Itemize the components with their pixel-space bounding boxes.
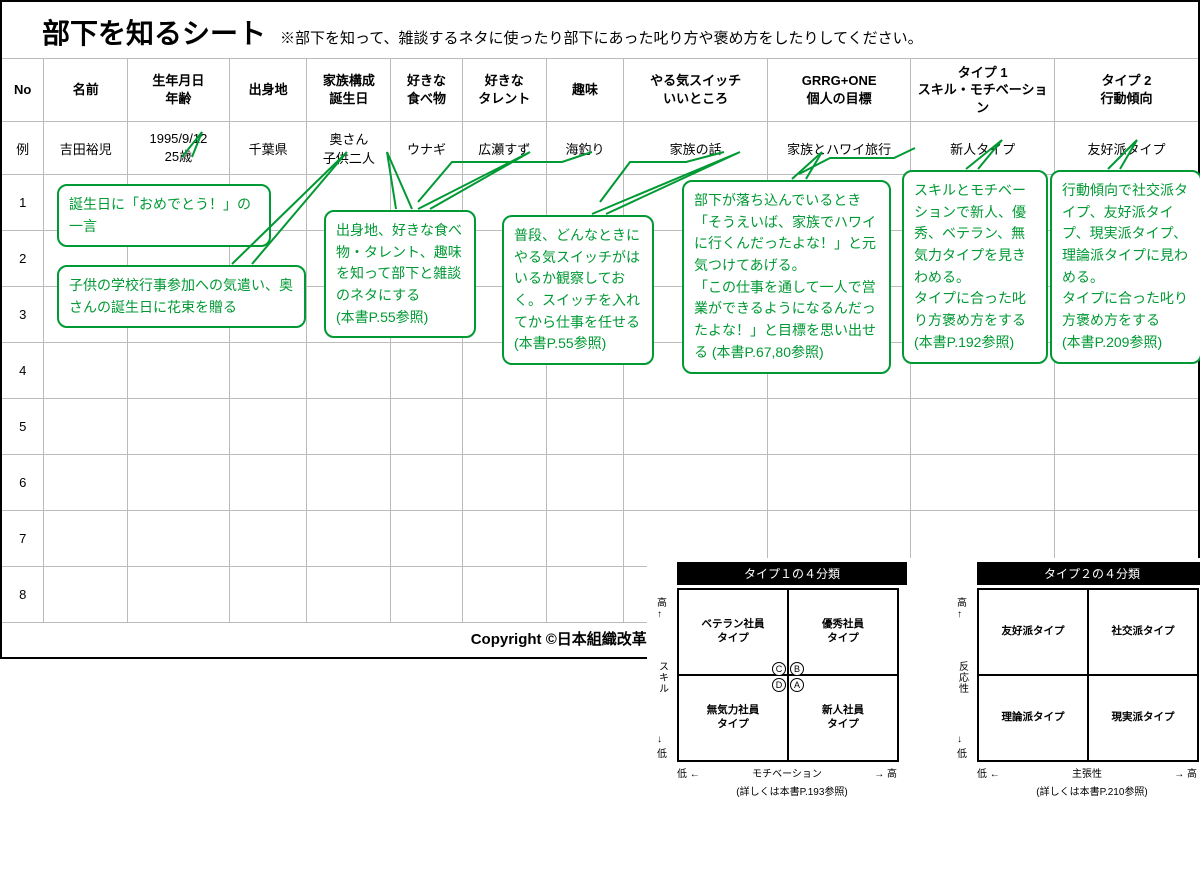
col-birth: 生年月日年齢 (128, 59, 230, 122)
ex-switch: 家族の話 (624, 122, 768, 175)
ex-no: 例 (2, 122, 44, 175)
col-food: 好きな食べ物 (391, 59, 463, 122)
m1-q-newcomer: 新人社員タイプ (788, 675, 898, 761)
ex-goal: 家族とハワイ旅行 (767, 122, 911, 175)
m2-h-mid: 主張性 (1072, 765, 1102, 780)
callout-family-care: 子供の学校行事参加への気遣い、奥さんの誕生日に花束を贈る (57, 265, 306, 328)
matrix2-title: タイプ２の４分類 (977, 562, 1200, 585)
row-no: 8 (2, 567, 44, 623)
m2-v-high: 高↑ (957, 594, 967, 620)
row-no: 2 (2, 231, 44, 287)
col-origin: 出身地 (229, 59, 307, 122)
document-frame: 部下を知るシート ※部下を知って、雑談するネタに使ったり部下にあった叱り方や褒め… (0, 0, 1200, 659)
title-row: 部下を知るシート ※部下を知って、雑談するネタに使ったり部下にあった叱り方や褒め… (2, 2, 1198, 58)
col-family: 家族構成誕生日 (307, 59, 391, 122)
m2-v-low: ↓低 (957, 734, 967, 760)
row-no: 6 (2, 455, 44, 511)
m1-q-apathetic: 無気力社員タイプ (678, 675, 788, 761)
ex-family: 奥さん子供二人 (307, 122, 391, 175)
col-type1: タイプ 1スキル・モチベーション (911, 59, 1055, 122)
callout-motivation: 部下が落ち込んでいるとき「そうえいば、家族でハワイに行くんだったよな！」と元気つ… (682, 180, 891, 374)
m1-letter-a: A (790, 678, 804, 692)
col-name: 名前 (44, 59, 128, 122)
page-subtitle: ※部下を知って、雑談するネタに使ったり部下にあった叱り方や褒め方をしたりしてくだ… (280, 27, 923, 48)
m2-q-theory: 理論派タイプ (978, 675, 1088, 761)
row-no: 1 (2, 175, 44, 231)
row-no: 3 (2, 287, 44, 343)
page-title: 部下を知るシート (42, 12, 266, 52)
col-talent: 好きなタレント (462, 59, 546, 122)
row-no: 5 (2, 399, 44, 455)
callout-interests: 出身地、好きな食べ物・タレント、趣味を知って部下と雑談のネタにする(本書P.55… (324, 210, 476, 338)
m1-note: (詳しくは本書P.193参照) (677, 783, 907, 798)
m1-h-mid: モチベーション (752, 765, 822, 780)
ex-type2: 友好派タイプ (1054, 122, 1198, 175)
matrices-container: タイプ１の４分類 高↑ スキル ↓低 ベテラン社員タイプ 優秀社員タイプ 無気力… (647, 558, 1200, 798)
m2-v-mid: 反応性 (955, 661, 970, 694)
callout-type2-tip: 行動傾向で社交派タイプ、友好派タイプ、現実派タイプ、理論派タイプに見わめる。タイ… (1050, 170, 1200, 364)
ex-origin: 千葉県 (229, 122, 307, 175)
matrix-type1: タイプ１の４分類 高↑ スキル ↓低 ベテラン社員タイプ 優秀社員タイプ 無気力… (647, 562, 907, 798)
m2-q-social: 社交派タイプ (1088, 589, 1198, 675)
m1-h-high: → 高 (874, 765, 897, 780)
example-row: 例 吉田裕児 1995/9/1225歳 千葉県 奥さん子供二人 ウナギ 広瀬すず… (2, 122, 1198, 175)
col-goal: GRRG+ONE個人の目標 (767, 59, 911, 122)
ex-food: ウナギ (391, 122, 463, 175)
m1-letter-d: D (772, 678, 786, 692)
m1-v-high: 高↑ (657, 594, 667, 620)
ex-name: 吉田裕児 (44, 122, 128, 175)
m2-h-low: 低 ← (977, 765, 1000, 780)
m1-h-low: 低 ← (677, 765, 700, 780)
matrix-type2: タイプ２の４分類 高↑ 反応性 ↓低 友好派タイプ 社交派タイプ 理論派タイプ … (947, 562, 1200, 798)
callout-switch: 普段、どんなときにやる気スイッチがはいるか観察しておく。スイッチを入れてから仕事… (502, 215, 654, 365)
m1-v-low: ↓低 (657, 734, 667, 760)
row-no: 4 (2, 343, 44, 399)
callout-birthday: 誕生日に「おめでとう！」の一言 (57, 184, 271, 247)
callout-type1-tip: スキルとモチベーションで新人、優秀、ベテラン、無気力タイプを見きわめる。タイプに… (902, 170, 1048, 364)
ex-type1: 新人タイプ (911, 122, 1055, 175)
m2-note: (詳しくは本書P.210参照) (977, 783, 1200, 798)
m2-h-high: → 高 (1174, 765, 1197, 780)
table-header-row: No 名前 生年月日年齢 出身地 家族構成誕生日 好きな食べ物 好きなタレント … (2, 59, 1198, 122)
ex-birth: 1995/9/1225歳 (128, 122, 230, 175)
m1-letter-b: B (790, 662, 804, 676)
col-switch: やる気スイッチいいところ (624, 59, 768, 122)
col-no: No (2, 59, 44, 122)
row-no: 7 (2, 511, 44, 567)
m2-q-friendly: 友好派タイプ (978, 589, 1088, 675)
col-hobby: 趣味 (546, 59, 624, 122)
ex-hobby: 海釣り (546, 122, 624, 175)
m2-q-real: 現実派タイプ (1088, 675, 1198, 761)
m1-q-veteran: ベテラン社員タイプ (678, 589, 788, 675)
col-type2: タイプ 2行動傾向 (1054, 59, 1198, 122)
m1-v-mid: スキル (655, 661, 670, 694)
m1-q-excellent: 優秀社員タイプ (788, 589, 898, 675)
matrix1-title: タイプ１の４分類 (677, 562, 907, 585)
m1-letter-c: C (772, 662, 786, 676)
ex-talent: 広瀬すず (462, 122, 546, 175)
